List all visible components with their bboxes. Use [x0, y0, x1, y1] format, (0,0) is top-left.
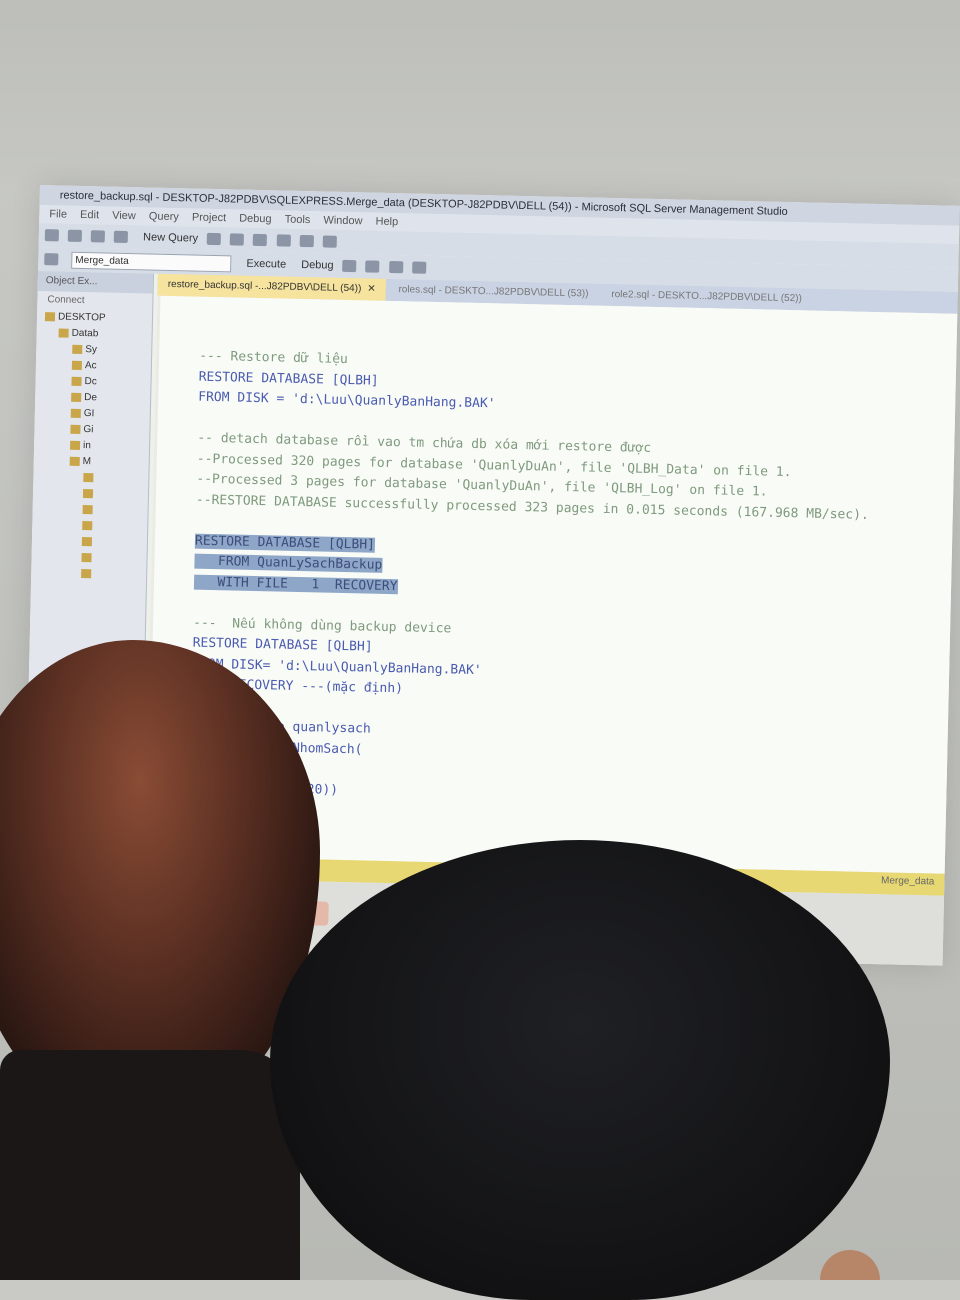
database-select[interactable]: Merge_data [71, 251, 232, 272]
database-icon [71, 392, 82, 402]
database-icon [71, 360, 83, 370]
connect-icon[interactable] [44, 253, 59, 266]
menu-file[interactable]: File [49, 205, 67, 223]
menu-query[interactable]: Query [149, 207, 179, 226]
viewer-shoulder-left [0, 1050, 300, 1280]
cut-icon[interactable] [230, 233, 245, 246]
indent-icon[interactable] [411, 261, 426, 274]
tree-item[interactable] [31, 565, 146, 584]
menu-help[interactable]: Help [375, 213, 398, 232]
database-icon [70, 440, 81, 450]
database-icon [70, 424, 81, 434]
save-all-icon[interactable] [113, 230, 129, 244]
folder-icon [83, 472, 94, 483]
copy-icon[interactable] [253, 233, 268, 247]
folder-icon [81, 568, 92, 579]
menu-tools[interactable]: Tools [284, 211, 311, 230]
results-grid-icon[interactable] [365, 260, 380, 273]
folder-icon [82, 504, 93, 515]
folder-icon [81, 552, 92, 563]
execute-button[interactable]: Execute [246, 252, 286, 277]
menu-edit[interactable]: Edit [80, 206, 99, 224]
new-project-icon[interactable] [44, 229, 59, 242]
server-icon [44, 312, 56, 322]
save-icon[interactable] [90, 230, 106, 243]
folder-icon [72, 344, 83, 354]
query-type-icon[interactable] [207, 232, 222, 246]
redo-icon[interactable] [322, 235, 337, 248]
menu-window[interactable]: Window [323, 211, 363, 230]
menu-debug[interactable]: Debug [239, 210, 272, 229]
database-icon [69, 456, 80, 466]
folder-icon [82, 488, 94, 499]
new-query-button[interactable]: New Query [143, 225, 199, 250]
room-background [0, 0, 960, 190]
menu-view[interactable]: View [112, 207, 136, 226]
paste-icon[interactable] [276, 234, 291, 247]
comment-icon[interactable] [388, 261, 403, 274]
debug-button[interactable]: Debug [301, 253, 334, 278]
viewer-ear [820, 1250, 880, 1280]
parse-icon[interactable] [342, 259, 357, 273]
database-icon [71, 376, 82, 386]
close-icon[interactable]: ✕ [367, 283, 376, 294]
database-icon [70, 408, 81, 418]
folder-icon [82, 520, 93, 531]
status-database: Merge_data [880, 875, 935, 888]
folder-icon [81, 536, 93, 547]
undo-icon[interactable] [299, 234, 314, 248]
menu-project[interactable]: Project [192, 208, 227, 227]
folder-icon [58, 328, 69, 338]
object-explorer-header: Object Ex... [37, 270, 154, 294]
tree-item[interactable]: DESKTOP [37, 309, 152, 328]
open-file-icon[interactable] [67, 229, 83, 243]
viewer-head-right [270, 840, 890, 1300]
object-tree: DESKTOP Datab Sy Ac Dc De GI Gi in M [31, 309, 152, 584]
